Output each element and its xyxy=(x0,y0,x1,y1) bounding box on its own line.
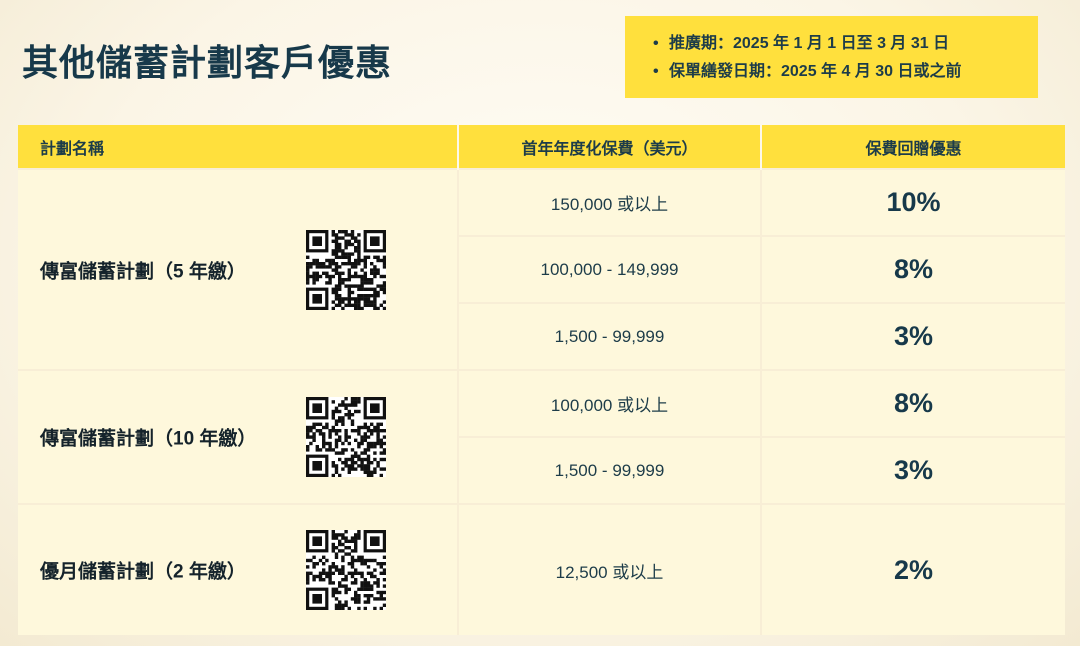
rebate-cell: 3% xyxy=(760,436,1065,504)
header-premium: 首年年度化保費（美元） xyxy=(457,125,761,169)
plan-name: 優月儲蓄計劃（2 年繳） xyxy=(40,561,246,583)
qr-code-icon[interactable] xyxy=(306,397,386,477)
rebate-cell: 8% xyxy=(760,235,1065,303)
policy-issue-date-text: 保單繕發日期：2025 年 4 月 30 日或之前 xyxy=(669,63,962,80)
premium-cell: 100,000 - 149,999 xyxy=(457,235,761,303)
table-header-row: 計劃名稱 首年年度化保費（美元） 保費回贈優惠 xyxy=(18,125,1065,169)
rebate-cell: 3% xyxy=(760,302,1065,370)
promo-period-text: 推廣期：2025 年 1 月 1 日至 3 月 31 日 xyxy=(669,35,950,52)
bullet: • xyxy=(653,63,659,80)
premium-cell: 12,500 或以上 xyxy=(457,503,761,635)
promo-box: • 推廣期：2025 年 1 月 1 日至 3 月 31 日 • 保單繕發日期：20… xyxy=(625,16,1038,98)
qr-code-icon[interactable] xyxy=(306,530,386,610)
plan-name: 傳富儲蓄計劃（10 年繳） xyxy=(40,428,257,450)
premium-cell: 1,500 - 99,999 xyxy=(457,436,761,504)
page-title: 其他儲蓄計劃客戶優惠 xyxy=(22,42,393,83)
qr-code-icon[interactable] xyxy=(306,229,386,310)
header-plan-name: 計劃名稱 xyxy=(18,125,458,169)
table-row: 傳富儲蓄計劃（5 年繳） 150,000 或以上 10% xyxy=(18,168,1065,370)
premium-cell: 150,000 或以上 xyxy=(457,168,761,236)
promo-line: • 推廣期：2025 年 1 月 1 日至 3 月 31 日 xyxy=(653,30,1038,58)
rebate-cell: 10% xyxy=(760,168,1065,236)
bullet: • xyxy=(653,35,659,52)
rebate-cell: 2% xyxy=(760,503,1065,635)
table-row: 傳富儲蓄計劃（10 年繳） 100,000 或以上 8% xyxy=(18,369,1065,504)
offer-table: 計劃名稱 首年年度化保費（美元） 保費回贈優惠 傳富儲蓄計劃（5 年繳） 150… xyxy=(18,125,1065,635)
promo-line: • 保單繕發日期：2025 年 4 月 30 日或之前 xyxy=(653,58,1038,86)
plan-cell: 傳富儲蓄計劃（10 年繳） xyxy=(18,369,458,504)
plan-name: 傳富儲蓄計劃（5 年繳） xyxy=(40,261,246,282)
premium-cell: 1,500 - 99,999 xyxy=(457,302,761,370)
plan-cell: 優月儲蓄計劃（2 年繳） xyxy=(18,503,458,635)
header-rebate: 保費回贈優惠 xyxy=(760,125,1065,169)
rebate-cell: 8% xyxy=(760,369,1065,437)
premium-cell: 100,000 或以上 xyxy=(457,369,761,437)
plan-cell: 傳富儲蓄計劃（5 年繳） xyxy=(18,168,458,370)
table-row: 優月儲蓄計劃（2 年繳） 12,500 或以上 2% xyxy=(18,503,1065,635)
